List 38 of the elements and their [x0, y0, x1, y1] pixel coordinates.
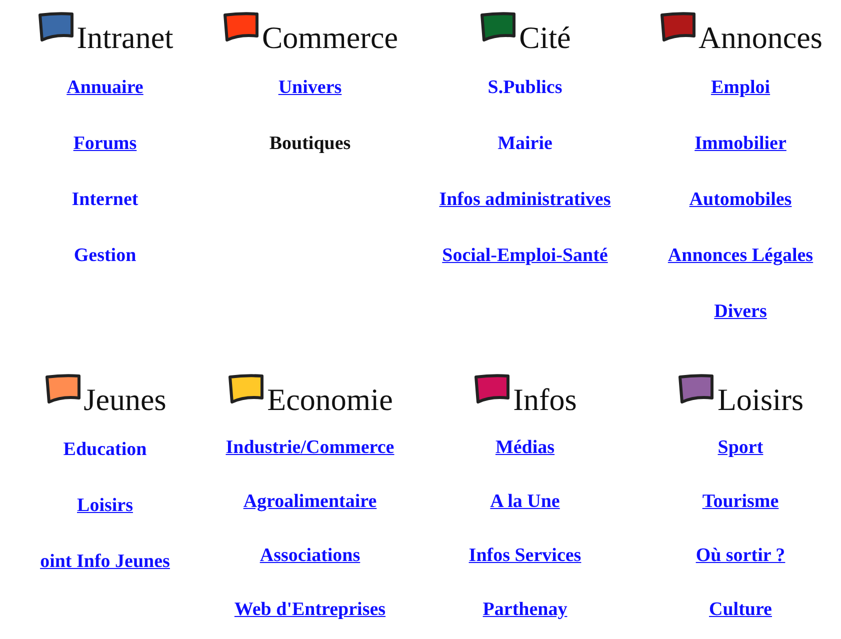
section-title: Intranet — [76, 19, 174, 57]
nav-link[interactable]: Culture — [709, 598, 772, 621]
nav-link[interactable]: Divers — [714, 301, 767, 323]
nav-link[interactable]: Agroalimentaire — [243, 490, 377, 513]
nav-link[interactable]: Où sortir ? — [696, 544, 786, 567]
nav-link[interactable]: Parthenay — [482, 598, 568, 621]
nav-label[interactable]: S.Publics — [488, 77, 562, 99]
nav-link[interactable]: Emploi — [710, 77, 770, 99]
nav-link[interactable]: Sport — [718, 436, 764, 459]
nav-link[interactable]: Infos administratives — [439, 189, 611, 211]
section-title: Loisirs — [717, 381, 804, 419]
nav-link[interactable]: Automobiles — [689, 189, 792, 211]
nav-label[interactable]: Gestion — [74, 245, 136, 267]
nav-link[interactable]: A la Une — [490, 490, 560, 513]
section-title: Cité — [519, 19, 571, 57]
section-title: Jeunes — [84, 381, 166, 419]
section-title: Commerce — [262, 19, 398, 57]
nav-link[interactable]: Tourisme — [702, 490, 779, 513]
nav-label[interactable]: Internet — [72, 189, 138, 211]
section-title: Economie — [267, 381, 393, 419]
nav-label[interactable]: Mairie — [498, 133, 552, 155]
nav-text: Boutiques — [269, 133, 351, 155]
nav-link[interactable]: Infos Services — [468, 544, 582, 567]
nav-link[interactable]: Industrie/Commerce — [226, 436, 394, 459]
nav-link[interactable]: Immobilier — [694, 133, 786, 155]
nav-link[interactable]: Médias — [495, 436, 555, 459]
nav-link[interactable]: Forums — [73, 133, 137, 155]
nav-label[interactable]: Education — [63, 439, 147, 461]
nav-link[interactable]: Associations — [260, 544, 360, 567]
nav-link[interactable]: Univers — [278, 77, 342, 99]
nav-link[interactable]: Annonces Légales — [668, 245, 814, 267]
section-title: Annonces — [698, 19, 822, 57]
nav-link[interactable]: Annuaire — [66, 77, 144, 99]
nav-link[interactable]: Social-Emploi-Santé — [442, 245, 608, 267]
nav-link[interactable]: Web d'Entreprises — [234, 598, 386, 621]
nav-link[interactable]: Loisirs — [77, 495, 133, 517]
nav-link[interactable]: oint Info Jeunes — [40, 551, 170, 573]
section-title: Infos — [513, 381, 577, 419]
